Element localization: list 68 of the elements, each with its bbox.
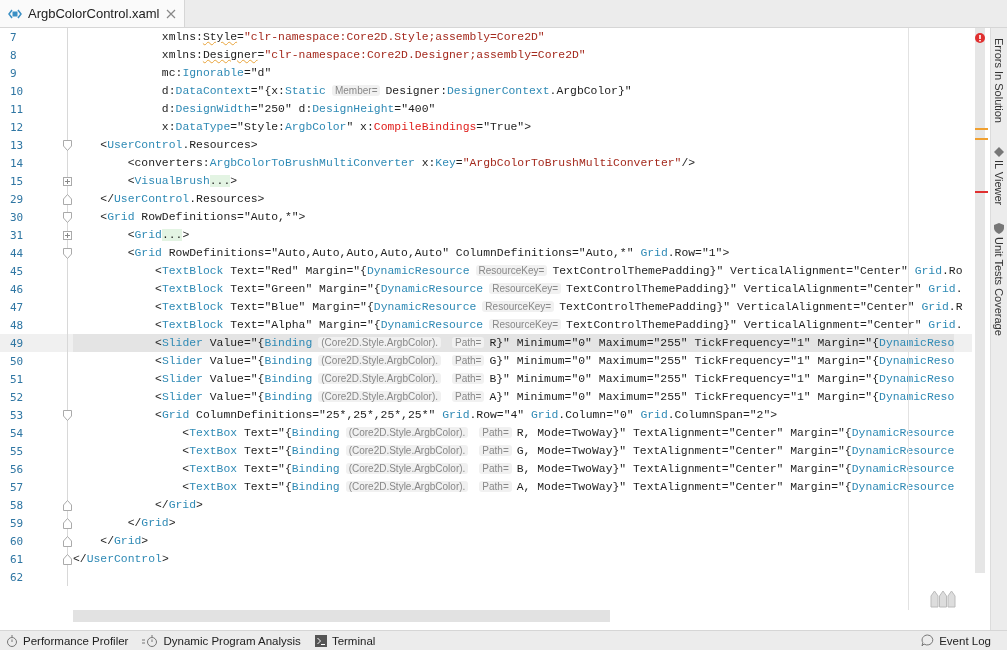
line-number: 56 [9, 462, 25, 476]
code-line: <TextBox Text="{Binding (Core2D.Style.ArgbColor). Path= A, Mode=TwoWay}" TextAlignment="Center" Margin="{DynamicResource [181, 480, 955, 495]
code-line: d:DataContext="{x:Static Member= Designer:DesignerContext.ArgbColor}" [160, 84, 632, 99]
line-number: 8 [9, 48, 18, 62]
line-number: 13 [9, 138, 25, 152]
line-number: 55 [9, 444, 25, 458]
file-tab[interactable]: ArgbColorControl.xaml [0, 0, 185, 27]
line-number: 48 [9, 318, 25, 332]
line-number: 44 [9, 246, 25, 260]
tool-window-button[interactable]: Dynamic Program Analysis [140, 634, 313, 647]
code-line: </Grid> [99, 534, 149, 549]
code-line: </Grid> [126, 516, 176, 531]
line-number: 14 [9, 156, 25, 170]
line-number: 62 [9, 570, 25, 584]
line-number: 15 [9, 174, 25, 188]
code-line: <converters:ArgbColorToBrushMultiConverter x:Key="ArgbColorToBrushMultiConverter"/> [126, 156, 696, 171]
code-line: xmlns:Style="clr-namespace:Core2D.Style;assembly=Core2D" [160, 30, 545, 45]
code-line: <TextBox Text="{Binding (Core2D.Style.ArgbColor). Path= R, Mode=TwoWay}" TextAlignment="Center" Margin="{DynamicResource [181, 426, 955, 441]
code-line: <Slider Value="{Binding (Core2D.Style.ArgbColor). Path= G}" Minimum="0" Maximum="255" TickFrequency="1" Margin="{DynamicReso [154, 354, 955, 369]
line-number: 30 [9, 210, 25, 224]
code-line: </Grid> [154, 498, 203, 513]
line-number: 31 [9, 228, 25, 242]
line-number: 9 [9, 66, 18, 80]
code-line: <Grid ColumnDefinitions="25*,25*,25*,25*" Grid.Row="4" Grid.Column="0" Grid.ColumnSpan="2"> [154, 408, 778, 423]
tool-window-tab[interactable]: Errors In Solution [991, 38, 1007, 123]
tool-window-button[interactable]: Performance Profiler [4, 634, 141, 647]
line-number: 61 [9, 552, 25, 566]
line-number: 47 [9, 300, 25, 314]
code-line: <Grid...> [126, 228, 190, 243]
code-line: <Slider Value="{Binding (Core2D.Style.ArgbColor). Path= B}" Minimum="0" Maximum="255" TickFrequency="1" Margin="{DynamicReso [154, 372, 955, 387]
line-number: 60 [9, 534, 25, 548]
line-number: 10 [9, 84, 25, 98]
event-log-button[interactable]: Event Log [919, 634, 1003, 647]
tool-window-button[interactable]: Terminal [312, 634, 388, 647]
line-number: 58 [9, 498, 25, 512]
line-number: 51 [9, 372, 25, 386]
code-line: <TextBox Text="{Binding (Core2D.Style.ArgbColor). Path= G, Mode=TwoWay}" TextAlignment="Center" Margin="{DynamicResource [181, 444, 955, 459]
code-line: <Grid RowDefinitions="Auto,*"> [99, 210, 306, 225]
line-number: 45 [9, 264, 25, 278]
code-line: <TextBlock Text="Blue" Margin="{DynamicResource ResourceKey= TextControlThemePadding}" VerticalAlignment="Center" Grid.R [154, 300, 963, 315]
tool-window-tab[interactable]: IL Viewer [991, 147, 1007, 206]
code-line: <TextBox Text="{Binding (Core2D.Style.ArgbColor). Path= B, Mode=TwoWay}" TextAlignment="Center" Margin="{DynamicResource [181, 462, 955, 477]
line-number: 57 [9, 480, 25, 494]
code-line: <Grid RowDefinitions="Auto,Auto,Auto,Auto,Auto" ColumnDefinitions="Auto,*" Grid.Row="1"> [126, 246, 730, 261]
code-line: <VisualBrush...> [126, 174, 238, 189]
line-number: 29 [9, 192, 25, 206]
code-line: xmlns:Designer="clr-namespace:Core2D.Designer;assembly=Core2D" [160, 48, 586, 63]
line-number: 12 [9, 120, 25, 134]
tool-window-tab[interactable]: Unit Tests Coverage [991, 223, 1007, 337]
line-number: 54 [9, 426, 25, 440]
code-line: <TextBlock Text="Green" Margin="{DynamicResource ResourceKey= TextControlThemePadding}" VerticalAlignment="Center" Grid. [154, 282, 963, 297]
code-line: d:DesignWidth="250" d:DesignHeight="400" [160, 102, 436, 117]
line-number: 46 [9, 282, 25, 296]
code-line: <Slider Value="{Binding (Core2D.Style.ArgbColor). Path= A}" Minimum="0" Maximum="255" TickFrequency="1" Margin="{DynamicReso [154, 390, 955, 405]
code-line: </UserControl> [73, 552, 169, 567]
code-line: <TextBlock Text="Alpha" Margin="{DynamicResource ResourceKey= TextControlThemePadding}" VerticalAlignment="Center" Grid. [154, 318, 963, 333]
line-number: 49 [9, 336, 25, 350]
code-line: x:DataType="Style:ArgbColor" x:CompileBindings="True"> [160, 120, 532, 135]
line-number: 50 [9, 354, 25, 368]
line-number: 52 [9, 390, 25, 404]
line-number: 7 [9, 30, 18, 44]
code-line: <TextBlock Text="Red" Margin="{DynamicResource ResourceKey= TextControlThemePadding}" VerticalAlignment="Center" Grid.Ro [154, 264, 963, 279]
line-number: 59 [9, 516, 25, 530]
line-number: 11 [9, 102, 25, 116]
line-number: 53 [9, 408, 25, 422]
code-line: mc:Ignorable="d" [160, 66, 272, 81]
code-line: </UserControl.Resources> [99, 192, 265, 207]
code-line: <UserControl.Resources> [99, 138, 258, 153]
